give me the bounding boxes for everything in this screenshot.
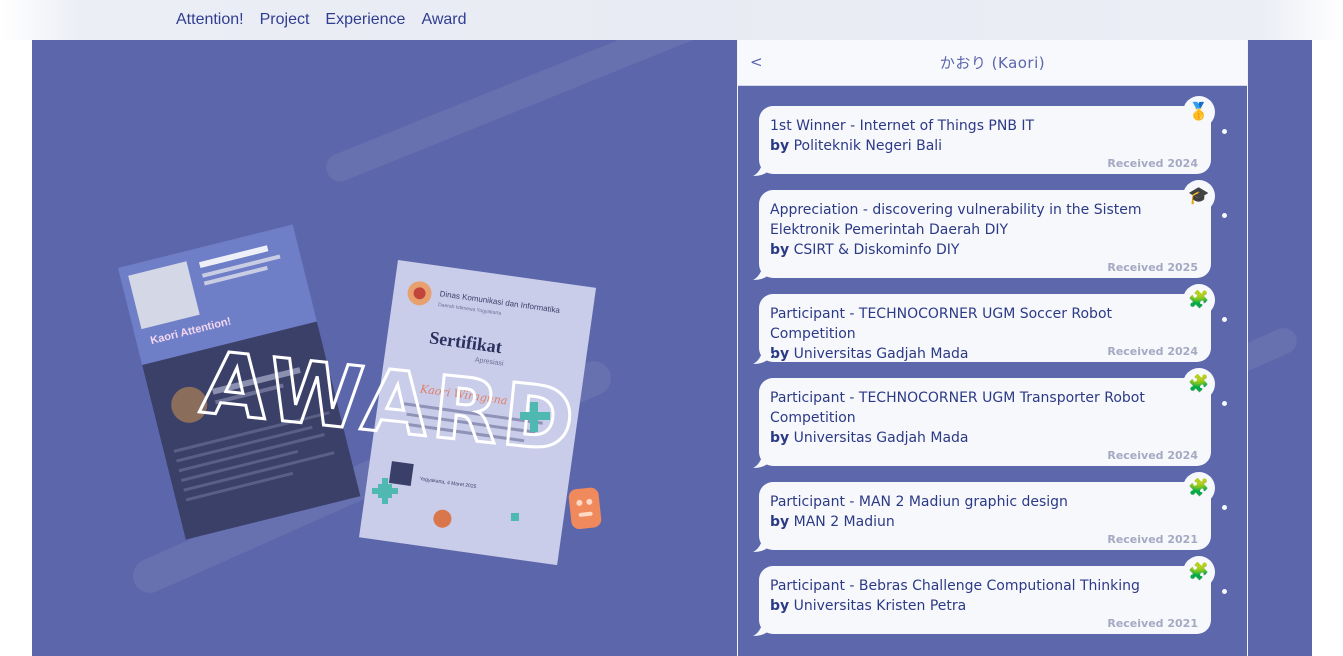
award-issuer-name: Universitas Gadjah Mada bbox=[793, 430, 969, 446]
award-card[interactable]: Participant - Bebras Challenge Compution… bbox=[753, 566, 1211, 636]
back-button[interactable]: < bbox=[744, 52, 769, 72]
award-card[interactable]: Participant - MAN 2 Madiun graphic desig… bbox=[753, 482, 1211, 552]
nav-project-link[interactable]: Project bbox=[252, 11, 318, 29]
award-title: Participant - Bebras Challenge Compution… bbox=[770, 578, 1140, 594]
award-title: Participant - TECHNOCORNER UGM Transport… bbox=[770, 390, 1145, 426]
award-chat-panel: < かおり (Kaori) 🥇 1st Winner - Internet of… bbox=[737, 40, 1248, 656]
award-received: Received 2025 bbox=[1107, 261, 1198, 274]
award-hero-illustration: Kaori Attention! Dinas Komunikasi dan In… bbox=[118, 224, 602, 566]
award-received: Received 2021 bbox=[1107, 533, 1198, 546]
award-issuer-name: Universitas Gadjah Mada bbox=[793, 346, 969, 362]
by-label: by bbox=[770, 138, 790, 154]
puzzle-icon: 🧩 bbox=[1183, 472, 1215, 504]
bubble-tail bbox=[753, 264, 773, 280]
award-issuer: by MAN 2 Madiun bbox=[770, 512, 1199, 532]
by-label: by bbox=[770, 598, 790, 614]
bubble-dot bbox=[1222, 401, 1227, 406]
bubble-tail bbox=[753, 452, 773, 468]
bubble-tail bbox=[753, 536, 773, 552]
award-card[interactable]: Participant - TECHNOCORNER UGM Soccer Ro… bbox=[753, 294, 1211, 364]
award-received: Received 2021 bbox=[1107, 617, 1198, 630]
award-received: Received 2024 bbox=[1107, 345, 1198, 358]
by-label: by bbox=[770, 242, 790, 258]
award-card[interactable]: Participant - TECHNOCORNER UGM Transport… bbox=[753, 378, 1211, 468]
award-issuer-name: Politeknik Negeri Bali bbox=[793, 138, 943, 154]
bubble-dot bbox=[1222, 129, 1227, 134]
award-issuer: by CSIRT & Diskominfo DIY bbox=[770, 240, 1199, 260]
puzzle-icon: 🧩 bbox=[1183, 284, 1215, 316]
award-issuer-name: CSIRT & Diskominfo DIY bbox=[793, 242, 960, 258]
award-issuer-name: MAN 2 Madiun bbox=[793, 514, 895, 530]
award-title: 1st Winner - Internet of Things PNB IT bbox=[770, 118, 1035, 134]
award-issuer: by Politeknik Negeri Bali bbox=[770, 136, 1199, 156]
award-card[interactable]: Appreciation - discovering vulnerability… bbox=[753, 190, 1211, 280]
nav-attention-link[interactable]: Attention! bbox=[168, 11, 252, 29]
top-navbar: Attention! Project Experience Award bbox=[0, 0, 1343, 40]
bubble-dot bbox=[1222, 505, 1227, 510]
puzzle-icon: 🧩 bbox=[1183, 556, 1215, 588]
award-title: Participant - TECHNOCORNER UGM Soccer Ro… bbox=[770, 306, 1113, 342]
main-nav: Attention! Project Experience Award bbox=[168, 0, 475, 40]
award-issuer: by Universitas Gadjah Mada bbox=[770, 428, 1199, 448]
puzzle-icon: 🧩 bbox=[1183, 368, 1215, 400]
nav-experience-link[interactable]: Experience bbox=[317, 11, 413, 29]
bubble-dot bbox=[1222, 317, 1227, 322]
bubble-tail bbox=[753, 160, 773, 176]
by-label: by bbox=[770, 430, 790, 446]
orange-sticker-icon bbox=[568, 487, 602, 529]
award-issuer: by Universitas Kristen Petra bbox=[770, 596, 1199, 616]
by-label: by bbox=[770, 514, 790, 530]
bubble-tail bbox=[753, 620, 773, 636]
award-received: Received 2024 bbox=[1107, 449, 1198, 462]
panel-title: かおり (Kaori) bbox=[939, 54, 1046, 72]
panel-header: < かおり (Kaori) bbox=[738, 40, 1247, 86]
nav-award-link[interactable]: Award bbox=[413, 11, 474, 29]
bubble-tail bbox=[753, 348, 773, 364]
graduation-cap-icon: 🎓 bbox=[1183, 180, 1215, 212]
bubble-dot bbox=[1222, 213, 1227, 218]
award-title: Participant - MAN 2 Madiun graphic desig… bbox=[770, 494, 1068, 510]
bubble-dot bbox=[1222, 589, 1227, 594]
award-title: Appreciation - discovering vulnerability… bbox=[770, 202, 1142, 238]
award-issuer-name: Universitas Kristen Petra bbox=[793, 598, 967, 614]
award-received: Received 2024 bbox=[1107, 157, 1198, 170]
award-card[interactable]: 1st Winner - Internet of Things PNB IT b… bbox=[753, 106, 1211, 176]
medal-icon: 🥇 bbox=[1183, 96, 1215, 128]
